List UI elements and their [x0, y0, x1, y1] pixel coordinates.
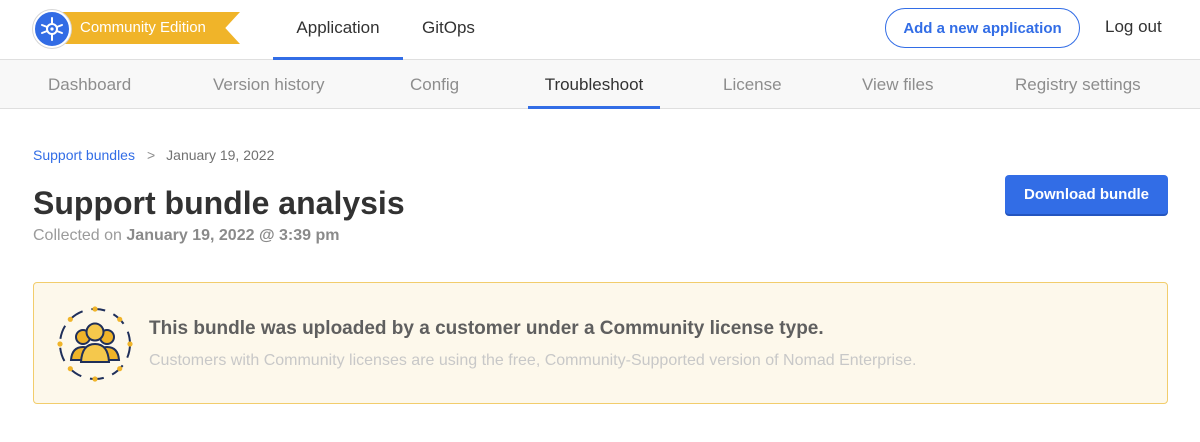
tab-gitops[interactable]: GitOps	[422, 0, 475, 60]
collected-prefix: Collected on	[33, 227, 122, 244]
subtab-registry-settings[interactable]: Registry settings	[1015, 60, 1141, 109]
breadcrumb-support-bundles-link[interactable]: Support bundles	[33, 147, 135, 163]
subtab-troubleshoot[interactable]: Troubleshoot	[528, 60, 660, 109]
breadcrumb-separator: >	[146, 147, 156, 163]
breadcrumb-current: January 19, 2022	[166, 147, 275, 163]
collected-info: Collected on January 19, 2022 @ 3:39 pm	[33, 227, 339, 245]
top-header: Community Edition Application GitOps Add…	[0, 0, 1200, 60]
subtab-config[interactable]: Config	[410, 60, 459, 109]
subtab-license[interactable]: License	[723, 60, 782, 109]
edition-badge-label: Community Edition	[80, 19, 206, 36]
page-title: Support bundle analysis	[33, 185, 405, 221]
kubernetes-logo-icon[interactable]	[33, 10, 71, 48]
tab-application[interactable]: Application	[273, 0, 403, 60]
subtab-view-files[interactable]: View files	[862, 60, 934, 109]
notice-title: This bundle was uploaded by a customer u…	[149, 318, 824, 339]
collected-date: January 19, 2022 @ 3:39 pm	[126, 227, 340, 244]
subtab-dashboard[interactable]: Dashboard	[48, 60, 131, 109]
community-license-notice: This bundle was uploaded by a customer u…	[33, 282, 1168, 404]
logout-link[interactable]: Log out	[1105, 17, 1162, 37]
community-users-icon	[56, 305, 134, 383]
download-bundle-button[interactable]: Download bundle	[1005, 175, 1168, 214]
sub-navigation: Dashboard Version history Config Trouble…	[0, 60, 1200, 109]
edition-badge: Community Edition	[56, 12, 240, 44]
add-application-button[interactable]: Add a new application	[885, 8, 1080, 48]
subtab-version-history[interactable]: Version history	[213, 60, 325, 109]
breadcrumb: Support bundles > January 19, 2022	[33, 147, 274, 163]
notice-subtitle: Customers with Community licenses are us…	[149, 352, 917, 369]
